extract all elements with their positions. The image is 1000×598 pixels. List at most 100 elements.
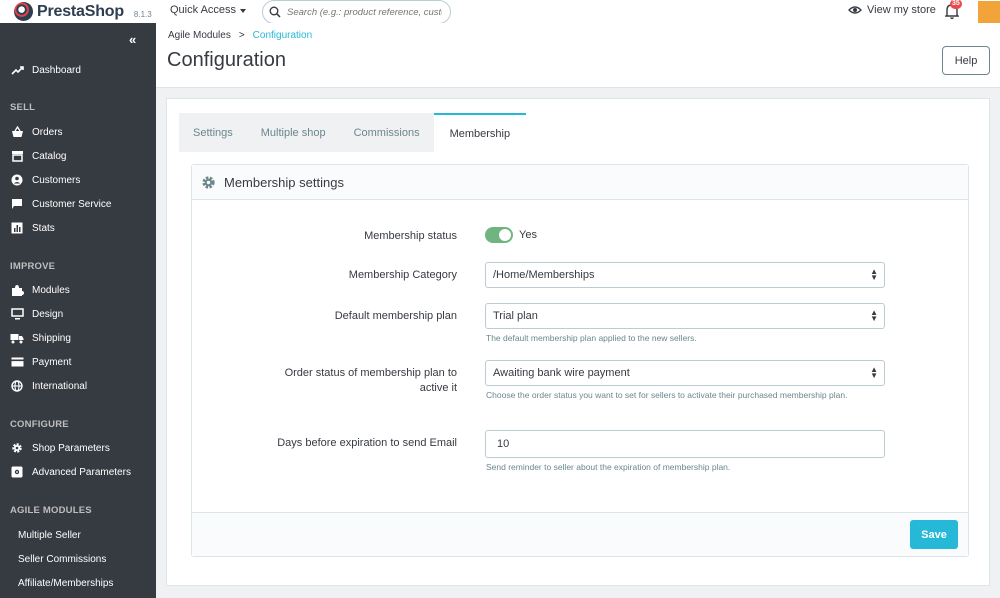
membership-status-label: Membership status	[364, 230, 457, 242]
globe-icon	[10, 379, 24, 393]
panel-title: Membership settings	[224, 174, 344, 190]
sidebar-item-modules[interactable]: Modules	[10, 283, 70, 297]
basket-icon	[10, 125, 24, 139]
desktop-icon	[10, 307, 24, 321]
sidebar-item-label: Stats	[32, 222, 55, 234]
breadcrumb-parent[interactable]: Agile Modules	[168, 30, 231, 41]
sidebar-section-improve: IMPROVE	[10, 261, 56, 272]
sidebar-item-label: Payment	[32, 356, 72, 368]
sidebar-item-label: Design	[32, 308, 64, 320]
sidebar-item-shipping[interactable]: Shipping	[10, 331, 71, 345]
view-my-store-label: View my store	[867, 4, 936, 16]
sidebar: « Dashboard SELL Orders Catalog Customer…	[0, 23, 156, 598]
default-plan-select[interactable]: Trial plan ▲ ▼	[485, 303, 885, 329]
prestashop-logo[interactable]: PrestaShop 8.1.3	[14, 2, 152, 21]
quick-access-dropdown[interactable]: Quick Access	[170, 4, 247, 16]
caret-down-icon	[240, 8, 247, 13]
membership-category-label: Membership Category	[348, 269, 457, 281]
puzzle-icon	[10, 283, 24, 297]
sidebar-item-label: Shipping	[32, 332, 71, 344]
help-button[interactable]: Help	[942, 46, 990, 75]
sidebar-item-dashboard[interactable]: Dashboard	[10, 63, 81, 77]
notification-badge: 35	[950, 0, 962, 9]
order-status-help: Choose the order status you want to set …	[486, 390, 848, 400]
order-status-label-line2: active it	[419, 382, 457, 394]
breadcrumb-separator: >	[238, 30, 245, 41]
sidebar-item-affiliate-memberships[interactable]: Affiliate/Memberships	[18, 578, 113, 589]
user-avatar[interactable]	[978, 1, 1000, 23]
version-label: 8.1.3	[133, 9, 152, 19]
view-my-store-link[interactable]: View my store	[848, 4, 936, 16]
eye-icon	[848, 6, 862, 14]
sidebar-item-payment[interactable]: Payment	[10, 355, 71, 369]
sidebar-item-label: Advanced Parameters	[32, 466, 131, 478]
sidebar-item-stats[interactable]: Stats	[10, 221, 55, 235]
default-plan-label: Default membership plan	[334, 310, 457, 322]
panel-footer: Save	[192, 512, 968, 556]
sidebar-item-label: Customer Service	[32, 198, 112, 210]
days-before-expiration-label: Days before expiration to send Email	[277, 437, 457, 449]
default-plan-value: Trial plan	[493, 310, 538, 322]
toggle-knob	[499, 229, 511, 241]
search-box[interactable]	[262, 0, 451, 24]
order-status-label: Order status of membership plan to activ…	[257, 366, 457, 396]
sidebar-item-orders[interactable]: Orders	[10, 125, 63, 139]
sidebar-item-label: Shop Parameters	[32, 442, 110, 454]
membership-category-value: /Home/Memberships	[493, 269, 595, 281]
prestashop-logo-icon	[14, 2, 33, 21]
top-header: PrestaShop 8.1.3 Quick Access View my st…	[0, 0, 1000, 24]
sidebar-item-customers[interactable]: Customers	[10, 173, 80, 187]
search-input[interactable]	[287, 6, 442, 18]
sidebar-item-label: Dashboard	[32, 64, 81, 76]
credit-card-icon	[10, 355, 24, 369]
sidebar-item-customer-service[interactable]: Customer Service	[10, 197, 111, 211]
order-status-value: Awaiting bank wire payment	[493, 367, 630, 379]
sort-arrows-icon: ▲ ▼	[870, 267, 878, 282]
sidebar-section-sell: SELL	[10, 102, 36, 113]
membership-settings-panel: Membership settings Membership status Ye…	[191, 164, 969, 557]
tab-commissions[interactable]: Commissions	[340, 113, 434, 152]
sidebar-item-international[interactable]: International	[10, 379, 87, 393]
page-header: Agile Modules > Configuration Configurat…	[156, 23, 1000, 88]
tab-multiple-shop[interactable]: Multiple shop	[247, 113, 340, 152]
sort-arrows-icon: ▲ ▼	[870, 308, 878, 323]
tab-settings[interactable]: Settings	[179, 113, 247, 152]
membership-status-toggle[interactable]	[485, 227, 513, 243]
account-circle-icon	[10, 173, 24, 187]
order-status-select[interactable]: Awaiting bank wire payment ▲ ▼	[485, 360, 885, 386]
bar-chart-icon	[10, 221, 24, 235]
default-plan-help: The default membership plan applied to t…	[486, 333, 697, 343]
sidebar-item-label: Modules	[32, 284, 70, 296]
settings-box-icon	[10, 465, 24, 479]
days-before-expiration-input[interactable]: 10	[485, 430, 885, 458]
page-title: Configuration	[167, 49, 286, 71]
sidebar-item-seller-commissions[interactable]: Seller Commissions	[18, 554, 106, 565]
store-icon	[10, 149, 24, 163]
sort-arrows-icon: ▲ ▼	[870, 365, 878, 380]
quick-access-label: Quick Access	[170, 4, 237, 16]
brand-name: PrestaShop	[37, 2, 124, 20]
membership-category-select[interactable]: /Home/Memberships ▲ ▼	[485, 262, 885, 288]
collapse-sidebar-icon[interactable]: «	[129, 32, 136, 47]
sidebar-section-configure: CONFIGURE	[10, 419, 69, 430]
gear-icon	[202, 175, 215, 189]
sidebar-item-multiple-seller[interactable]: Multiple Seller	[18, 530, 81, 541]
sidebar-section-agile-modules: AGILE MODULES	[10, 505, 92, 516]
save-button[interactable]: Save	[910, 520, 958, 549]
truck-icon	[10, 331, 24, 345]
days-before-expiration-help: Send reminder to seller about the expira…	[486, 462, 731, 472]
search-icon	[269, 6, 281, 18]
trending-up-icon	[10, 63, 24, 77]
sidebar-item-design[interactable]: Design	[10, 307, 63, 321]
panel-heading: Membership settings	[192, 165, 968, 200]
sidebar-item-shop-parameters[interactable]: Shop Parameters	[10, 441, 110, 455]
sidebar-item-catalog[interactable]: Catalog	[10, 149, 66, 163]
chat-icon	[10, 197, 24, 211]
sidebar-item-label: Catalog	[32, 150, 67, 162]
gear-icon	[10, 441, 24, 455]
sidebar-item-advanced-parameters[interactable]: Advanced Parameters	[10, 465, 131, 479]
breadcrumb-current[interactable]: Configuration	[253, 30, 312, 41]
tab-membership[interactable]: Membership	[433, 113, 527, 152]
sidebar-item-label: Orders	[32, 126, 63, 138]
membership-status-value: Yes	[519, 229, 537, 241]
